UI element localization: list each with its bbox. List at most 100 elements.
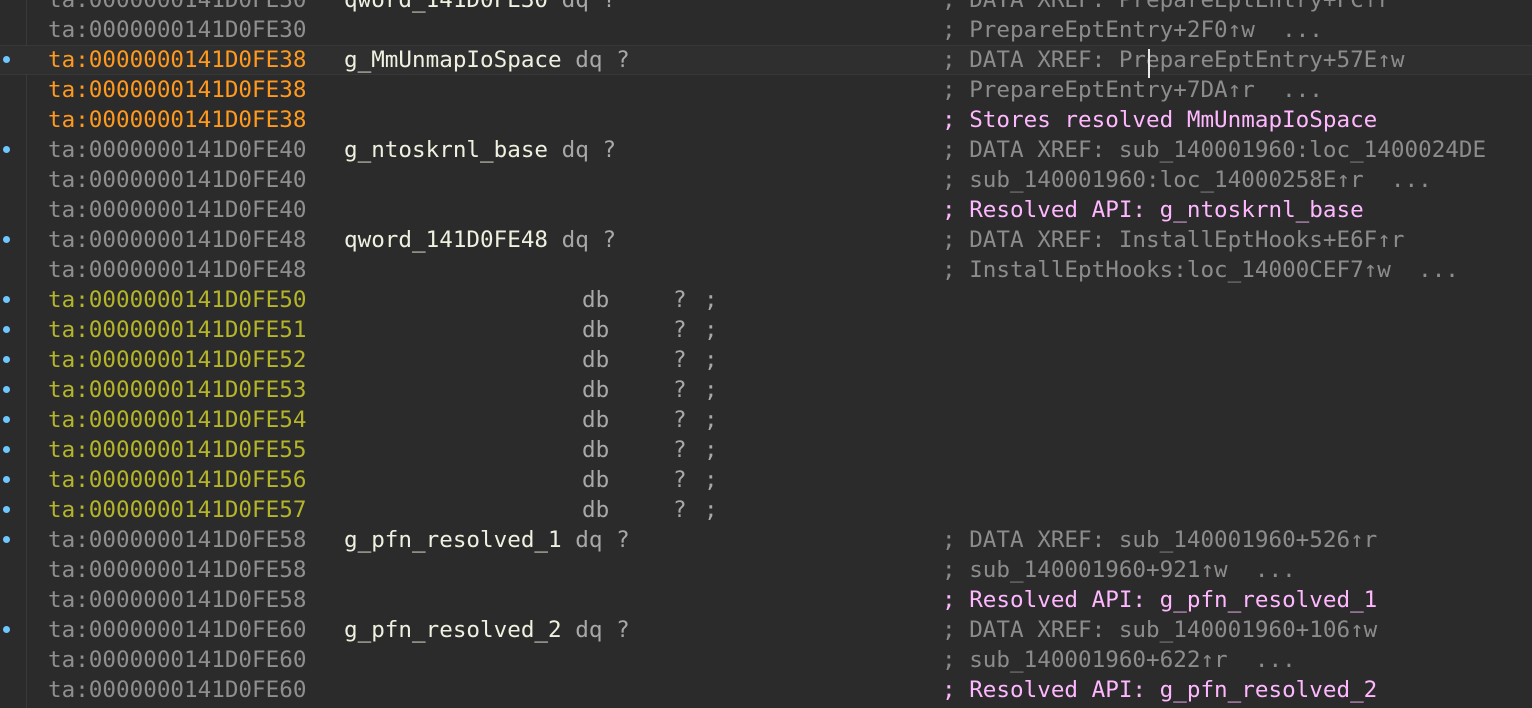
line-address[interactable]: ta:0000000141D0FE52 [48, 345, 306, 375]
line-address[interactable]: ta:0000000141D0FE40 [48, 165, 306, 195]
directive-dq: dq ? [575, 527, 630, 553]
xref-comment[interactable]: ; sub_140001960:loc_14000258E↑r ... [942, 165, 1432, 195]
symbol-definition: qword_141D0FE48 dq ? [344, 225, 616, 255]
listing-line[interactable]: ta:0000000141D0FE48 ; InstallEptHooks:loc… [0, 255, 1532, 285]
listing-line[interactable]: ta:0000000141D0FE56 db?; [0, 465, 1532, 495]
comment-delimiter: ; [704, 317, 718, 343]
line-address[interactable]: ta:0000000141D0FE51 [48, 315, 306, 345]
xref-marker-icon [3, 446, 10, 453]
directive-db: db [582, 317, 610, 343]
disassembly-view[interactable]: ta:0000000141D0FE30 qword_141D0FE30 dq ?;… [0, 0, 1532, 708]
line-address[interactable]: ta:0000000141D0FE40 [48, 135, 306, 165]
xref-marker-icon [3, 476, 10, 483]
directive-dq: dq ? [561, 137, 617, 163]
listing-line[interactable]: ta:0000000141D0FE60 ; Resolved API: g_pfn… [0, 675, 1532, 705]
xref-comment[interactable]: ; DATA XREF: PrepareEptEntry+FC↑r [942, 0, 1391, 15]
listing-line[interactable]: ta:0000000141D0FE40 g_ntoskrnl_base dq ?;… [0, 135, 1532, 165]
comment-delimiter: ; [704, 497, 718, 523]
listing-line[interactable]: ta:0000000141D0FE38 g_MmUnmapIoSpace dq ?… [0, 45, 1532, 75]
listing-line[interactable]: ta:0000000141D0FE53 db?; [0, 375, 1532, 405]
directive-dq: dq ? [561, 0, 617, 13]
xref-comment[interactable]: ; InstallEptHooks:loc_14000CEF7↑w ... [942, 255, 1459, 285]
symbol-definition: qword_141D0FE30 dq ? [344, 0, 616, 15]
line-address[interactable]: ta:0000000141D0FE38 [48, 105, 306, 135]
xref-comment[interactable]: ; sub_140001960+622↑r ... [942, 645, 1296, 675]
directive-dq: dq ? [575, 617, 630, 643]
user-comment[interactable]: ; Resolved API: g_pfn_resolved_1 [942, 585, 1377, 615]
directive-db: db [582, 287, 610, 313]
symbol-name[interactable]: qword_141D0FE30 [344, 0, 548, 13]
xref-comment[interactable]: ; DATA XREF: InstallEptHooks+E6F↑r [942, 225, 1405, 255]
xref-comment[interactable]: ; DATA XREF: sub_140001960+106↑w [942, 615, 1377, 645]
directive-dq: dq ? [561, 227, 617, 253]
line-address[interactable]: ta:0000000141D0FE57 [48, 495, 306, 525]
directive-db: db [582, 437, 610, 463]
user-comment[interactable]: ; Stores resolved MmUnmapIoSpace [942, 105, 1377, 135]
symbol-definition: g_ntoskrnl_base dq ? [344, 135, 616, 165]
symbol-name[interactable]: g_pfn_resolved_1 [344, 527, 562, 553]
user-comment[interactable]: ; Resolved API: g_ntoskrnl_base [942, 195, 1364, 225]
listing-line[interactable]: ta:0000000141D0FE40 ; Resolved API: g_nto… [0, 195, 1532, 225]
listing-line[interactable]: ta:0000000141D0FE60 g_pfn_resolved_2 dq ?… [0, 615, 1532, 645]
xref-marker-icon [3, 416, 10, 423]
line-address[interactable]: ta:0000000141D0FE54 [48, 405, 306, 435]
xref-marker-icon [3, 536, 10, 543]
listing-line[interactable]: ta:0000000141D0FE57 db?; [0, 495, 1532, 525]
listing-line[interactable]: ta:0000000141D0FE38 ; Stores resolved MmU… [0, 105, 1532, 135]
xref-comment[interactable]: ; PrepareEptEntry+2F0↑w ... [942, 15, 1323, 45]
line-address[interactable]: ta:0000000141D0FE58 [48, 555, 306, 585]
line-address[interactable]: ta:0000000141D0FE53 [48, 375, 306, 405]
listing-line[interactable]: ta:0000000141D0FE30 ; PrepareEptEntry+2F0… [0, 15, 1532, 45]
user-comment[interactable]: ; Resolved API: g_pfn_resolved_2 [942, 675, 1377, 705]
operand-unknown: ? [673, 317, 687, 343]
listing-line[interactable]: ta:0000000141D0FE52 db?; [0, 345, 1532, 375]
symbol-name[interactable]: g_ntoskrnl_base [344, 137, 548, 163]
line-address[interactable]: ta:0000000141D0FE30 [48, 0, 306, 15]
line-address[interactable]: ta:0000000141D0FE40 [48, 195, 306, 225]
listing-line[interactable]: ta:0000000141D0FE55 db?; [0, 435, 1532, 465]
listing-line[interactable]: ta:0000000141D0FE40 ; sub_140001960:loc_1… [0, 165, 1532, 195]
symbol-name[interactable]: g_MmUnmapIoSpace [344, 47, 562, 73]
line-address[interactable]: ta:0000000141D0FE55 [48, 435, 306, 465]
operand-unknown: ? [673, 437, 687, 463]
listing-line[interactable]: ta:0000000141D0FE54 db?; [0, 405, 1532, 435]
listing-line[interactable]: ta:0000000141D0FE30 qword_141D0FE30 dq ?;… [0, 0, 1532, 15]
symbol-name[interactable]: qword_141D0FE48 [344, 227, 548, 253]
operand-unknown: ? [673, 377, 687, 403]
line-address[interactable]: ta:0000000141D0FE60 [48, 615, 306, 645]
xref-marker-icon [3, 386, 10, 393]
line-address[interactable]: ta:0000000141D0FE48 [48, 255, 306, 285]
line-address[interactable]: ta:0000000141D0FE50 [48, 285, 306, 315]
xref-marker-icon [3, 626, 10, 633]
listing-line[interactable]: ta:0000000141D0FE38 ; PrepareEptEntry+7DA… [0, 75, 1532, 105]
listing-line[interactable]: ta:0000000141D0FE60 ; sub_140001960+622↑r… [0, 645, 1532, 675]
listing-line[interactable]: ta:0000000141D0FE58 ; Resolved API: g_pfn… [0, 585, 1532, 615]
listing-line[interactable]: ta:0000000141D0FE58 ; sub_140001960+921↑w… [0, 555, 1532, 585]
comment-delimiter: ; [704, 287, 718, 313]
line-address[interactable]: ta:0000000141D0FE58 [48, 585, 306, 615]
listing-line[interactable]: ta:0000000141D0FE58 g_pfn_resolved_1 dq ?… [0, 525, 1532, 555]
operand-unknown: ? [673, 347, 687, 373]
directive-dq: dq ? [575, 47, 630, 73]
xref-comment[interactable]: ; DATA XREF: sub_140001960+526↑r [942, 525, 1377, 555]
xref-marker-icon [3, 506, 10, 513]
listing-line[interactable]: ta:0000000141D0FE51 db?; [0, 315, 1532, 345]
line-address[interactable]: ta:0000000141D0FE38 [48, 75, 306, 105]
line-address[interactable]: ta:0000000141D0FE56 [48, 465, 306, 495]
line-address[interactable]: ta:0000000141D0FE38 [48, 45, 306, 75]
line-address[interactable]: ta:0000000141D0FE60 [48, 645, 306, 675]
xref-comment[interactable]: ; sub_140001960+921↑w ... [942, 555, 1296, 585]
listing-line[interactable]: ta:0000000141D0FE50 db?; [0, 285, 1532, 315]
xref-comment[interactable]: ; PrepareEptEntry+7DA↑r ... [942, 75, 1323, 105]
text-caret [1148, 49, 1150, 78]
xref-comment[interactable]: ; DATA XREF: sub_140001960:loc_1400024DE [942, 135, 1486, 165]
xref-comment[interactable]: ; DATA XREF: PrepareEptEntry+57E↑w [942, 45, 1405, 75]
listing-line[interactable]: ta:0000000141D0FE48 qword_141D0FE48 dq ?;… [0, 225, 1532, 255]
xref-marker-icon [3, 326, 10, 333]
symbol-definition: g_pfn_resolved_2 dq ? [344, 615, 630, 645]
line-address[interactable]: ta:0000000141D0FE48 [48, 225, 306, 255]
line-address[interactable]: ta:0000000141D0FE30 [48, 15, 306, 45]
line-address[interactable]: ta:0000000141D0FE60 [48, 675, 306, 705]
line-address[interactable]: ta:0000000141D0FE58 [48, 525, 306, 555]
symbol-name[interactable]: g_pfn_resolved_2 [344, 617, 562, 643]
